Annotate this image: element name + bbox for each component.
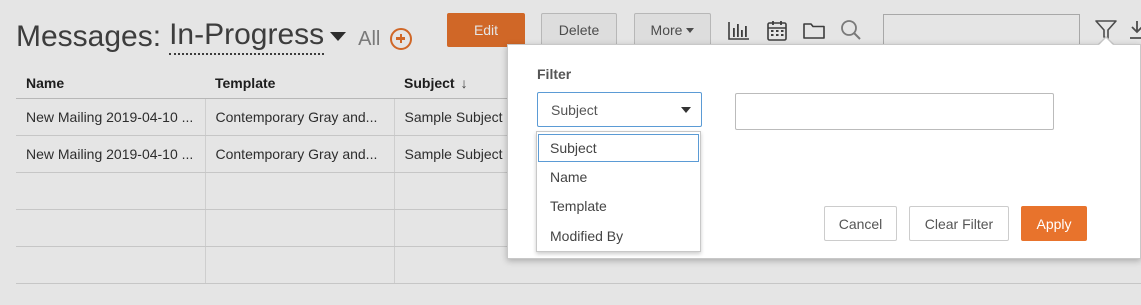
filter-field-select[interactable]: Subject (537, 92, 702, 127)
filter-field-value: Subject (551, 101, 598, 118)
chevron-down-icon (681, 107, 691, 113)
filter-value-input[interactable] (735, 93, 1054, 130)
popup-pointer-inner (1098, 37, 1114, 46)
apply-button[interactable]: Apply (1021, 206, 1087, 241)
filter-label: Filter (537, 66, 572, 82)
cancel-button[interactable]: Cancel (824, 206, 897, 241)
filter-field-dropdown: Subject Name Template Modified By (536, 131, 701, 252)
dropdown-option-subject[interactable]: Subject (538, 134, 699, 162)
clear-filter-button[interactable]: Clear Filter (909, 206, 1009, 241)
dropdown-option-modified-by[interactable]: Modified By (537, 221, 700, 251)
dropdown-option-template[interactable]: Template (537, 192, 700, 222)
dropdown-option-name[interactable]: Name (537, 162, 700, 192)
